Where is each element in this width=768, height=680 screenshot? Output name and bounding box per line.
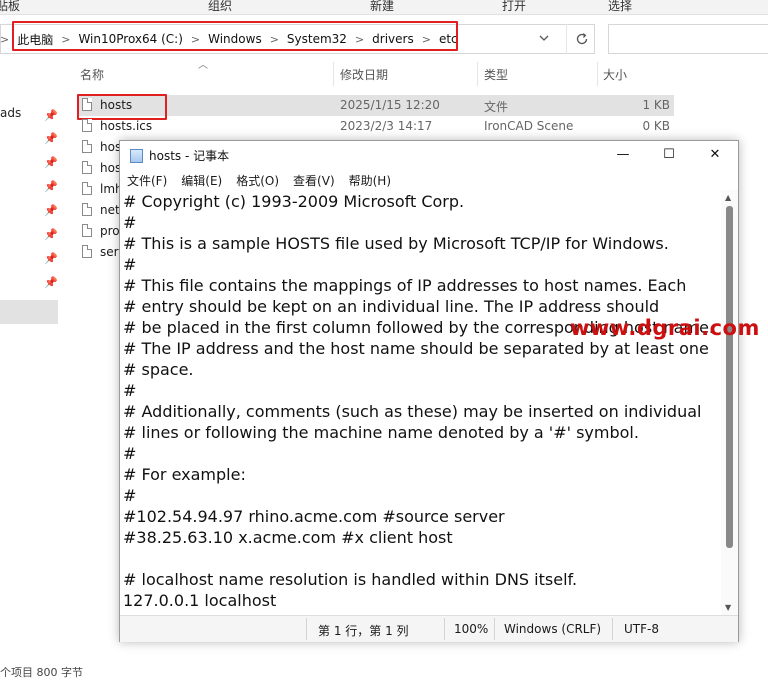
text-line: # The IP address and the host name shoul… [123, 339, 709, 358]
file-name: net [100, 203, 120, 217]
file-size: 0 KB [642, 119, 670, 133]
text-line: # For example: [123, 465, 246, 484]
address-highlight-box [12, 21, 458, 51]
column-divider[interactable] [597, 62, 598, 86]
pin-icon[interactable]: 📌 [44, 156, 58, 169]
scroll-up-icon[interactable]: ▲ [725, 193, 731, 202]
file-row-hosts-ics[interactable]: hosts.ics 2023/2/3 14:17 IronCAD Scene 0… [78, 116, 674, 137]
status-divider [306, 618, 307, 640]
file-name: ser [100, 245, 119, 259]
text-editor[interactable]: # Copyright (c) 1993-2009 Microsoft Corp… [123, 191, 717, 615]
menu-view[interactable]: 查看(V) [286, 170, 342, 190]
sort-up-icon: ︿ [198, 60, 208, 71]
file-modified: 2025/1/15 12:20 [340, 98, 440, 112]
chevron-down-icon[interactable] [538, 32, 550, 47]
text-line: # [123, 213, 137, 232]
pin-icon[interactable]: 📌 [44, 204, 58, 217]
nav-pane-label: ads [0, 106, 22, 120]
column-divider[interactable] [333, 62, 334, 86]
file-icon [82, 119, 92, 132]
status-divider [444, 618, 445, 640]
scroll-down-icon[interactable]: ▼ [725, 603, 731, 612]
text-line: # [123, 486, 137, 505]
nav-pane-item-downloads[interactable]: ads [0, 106, 21, 120]
file-icon [82, 140, 92, 153]
file-icon [82, 203, 92, 216]
text-line: # space. [123, 360, 194, 379]
text-line: # entry should be kept on an individual … [123, 297, 660, 316]
pin-icon[interactable]: 📌 [44, 228, 58, 241]
pin-icon[interactable]: 📌 [44, 132, 58, 145]
text-line: #102.54.94.97 rhino.acme.com #source ser… [123, 507, 505, 526]
file-icon [82, 224, 92, 237]
text-line: # Additionally, comments (such as these)… [123, 402, 702, 421]
column-header-name[interactable]: 名称 [80, 66, 104, 83]
notepad-statusbar: 第 1 行，第 1 列 100% Windows (CRLF) UTF-8 [120, 615, 738, 642]
column-header-type[interactable]: 类型 [484, 66, 508, 83]
file-icon [82, 182, 92, 195]
notepad-window[interactable]: hosts - 记事本 — ☐ ✕ 文件(F) 编辑(E) 格式(O) 查看(V… [119, 140, 739, 642]
text-line: # [123, 255, 137, 274]
nav-pane-selected-item[interactable] [0, 300, 58, 324]
text-line: # localhost name resolution is handled w… [123, 570, 578, 589]
maximize-button[interactable]: ☐ [646, 141, 692, 169]
file-name: pro [100, 224, 120, 238]
file-type: IronCAD Scene [484, 119, 574, 133]
pin-icon[interactable]: 📌 [44, 109, 58, 122]
file-icon [82, 245, 92, 258]
chevron-right-icon[interactable]: > [0, 33, 9, 46]
ribbon-clipboard-label[interactable]: 贴板 [0, 0, 20, 14]
window-title: hosts - 记事本 [149, 149, 230, 163]
file-size: 1 KB [642, 98, 670, 112]
file-modified: 2023/2/3 14:17 [340, 119, 433, 133]
scrollbar-thumb[interactable] [726, 206, 733, 548]
menu-help[interactable]: 帮助(H) [342, 170, 398, 190]
pin-icon[interactable]: 📌 [44, 276, 58, 289]
menu-bar: 文件(F) 编辑(E) 格式(O) 查看(V) 帮助(H) [120, 170, 738, 190]
status-line-ending: Windows (CRLF) [504, 622, 602, 636]
search-input[interactable] [608, 24, 768, 54]
file-row-hosts[interactable]: hosts 2025/1/15 12:20 文件 1 KB [78, 95, 674, 116]
text-line: 127.0.0.1 localhost [123, 591, 277, 610]
text-line: # lines or following the machine name de… [123, 423, 639, 442]
notepad-icon [130, 149, 143, 163]
text-line: # This is a sample HOSTS file used by Mi… [123, 234, 669, 253]
menu-edit[interactable]: 编辑(E) [174, 170, 229, 190]
menu-file[interactable]: 文件(F) [120, 170, 174, 190]
ribbon-organize-label[interactable]: 组织 [208, 0, 232, 14]
text-line: # [123, 381, 137, 400]
status-zoom: 100% [454, 622, 489, 636]
text-line: # This file contains the mappings of IP … [123, 276, 687, 295]
file-name: hosts.ics [100, 119, 153, 133]
text-line: #38.25.63.10 x.acme.com #x client host [123, 528, 453, 547]
text-line: # Copyright (c) 1993-2009 Microsoft Corp… [123, 192, 465, 211]
column-header-size[interactable]: 大小 [603, 66, 627, 83]
close-button[interactable]: ✕ [692, 141, 738, 169]
text-line: # [123, 444, 137, 463]
column-divider[interactable] [477, 62, 478, 86]
explorer-status-text: 个项目 800 字节 [0, 666, 83, 679]
pin-icon[interactable]: 📌 [44, 180, 58, 193]
ribbon-select-label[interactable]: 选择 [608, 0, 632, 14]
status-divider [612, 618, 613, 640]
column-header-modified[interactable]: 修改日期 [340, 66, 388, 83]
status-encoding: UTF-8 [624, 622, 659, 636]
pin-icon[interactable]: 📌 [44, 252, 58, 265]
refresh-icon[interactable] [566, 24, 597, 54]
ribbon-strip: 贴板 组织 新建 打开 选择 [0, 0, 768, 15]
file-icon [82, 161, 92, 174]
file-type: 文件 [484, 100, 509, 114]
ribbon-new-label[interactable]: 新建 [370, 0, 394, 14]
menu-format[interactable]: 格式(O) [229, 170, 286, 190]
minimize-button[interactable]: — [600, 141, 646, 169]
notepad-titlebar[interactable]: hosts - 记事本 — ☐ ✕ [120, 141, 738, 169]
watermark-text: www.dgrai.com [570, 316, 760, 340]
text-line [123, 548, 717, 569]
ribbon-open-label[interactable]: 打开 [502, 0, 526, 14]
vertical-scrollbar[interactable]: ▲ ▼ [721, 190, 738, 615]
status-cursor-position: 第 1 行，第 1 列 [318, 624, 409, 638]
status-divider [494, 618, 495, 640]
